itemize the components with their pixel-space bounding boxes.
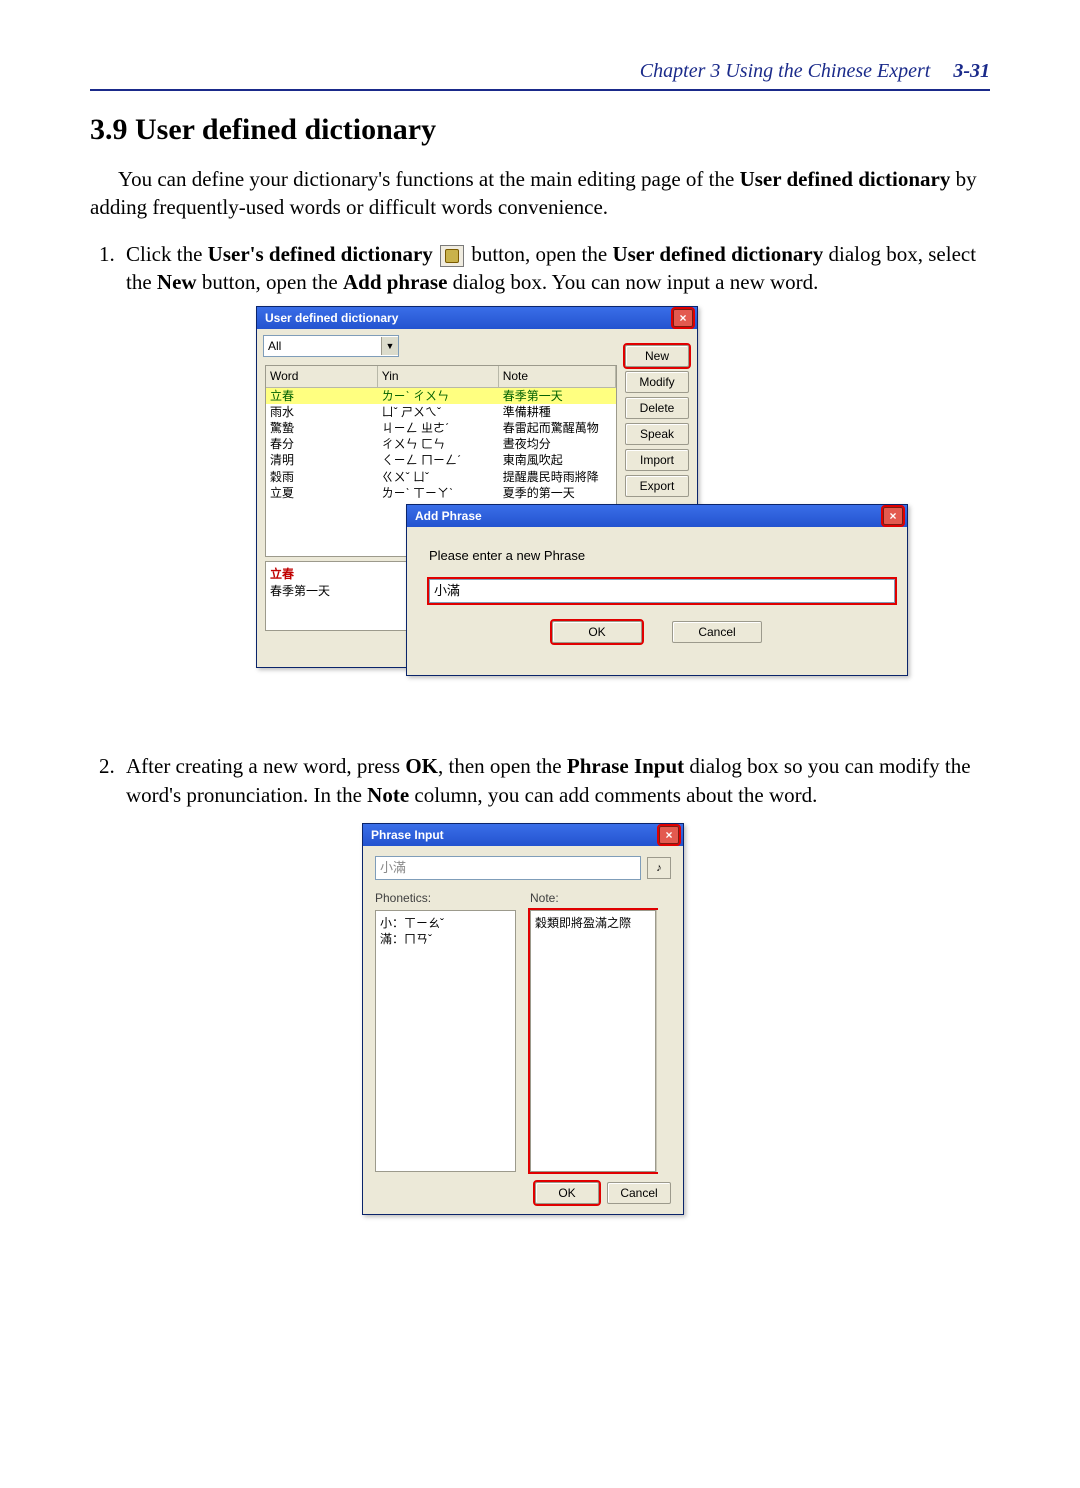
dialog-title: Add Phrase — [415, 505, 482, 527]
filter-dropdown[interactable]: All ▼ — [263, 335, 399, 357]
add-phrase-dialog: Add Phrase × Please enter a new Phrase 小… — [406, 504, 908, 676]
list-body: 立春ㄌㄧˋ ㄔㄨㄣ春季第一天 雨水ㄩˇ ㄕㄨㄟˇ準備耕種 驚蟄ㄐㄧㄥ ㄓㄜˊ春雷… — [266, 388, 616, 501]
dictionary-icon — [440, 245, 464, 267]
dialog-title: User defined dictionary — [265, 307, 398, 329]
export-button[interactable]: Export — [625, 475, 689, 497]
import-button[interactable]: Import — [625, 449, 689, 471]
filter-value: All — [268, 338, 281, 354]
list-row[interactable]: 立夏ㄌㄧˋ ㄒㄧㄚˋ夏季的第一天 — [266, 485, 616, 501]
cancel-button[interactable]: Cancel — [607, 1182, 671, 1204]
list-row[interactable]: 立春ㄌㄧˋ ㄔㄨㄣ春季第一天 — [266, 388, 616, 404]
close-icon[interactable]: × — [659, 826, 679, 844]
modify-button[interactable]: Modify — [625, 371, 689, 393]
list-row[interactable]: 穀雨ㄍㄨˇ ㄩˇ提醒農民時雨將降 — [266, 469, 616, 485]
speak-button[interactable]: Speak — [625, 423, 689, 445]
page-number: 3-31 — [953, 60, 990, 82]
header-rule — [90, 89, 990, 91]
phonetics-column: Phonetics: 小：ㄒㄧㄠˇ 滿：ㄇㄢˇ — [375, 890, 516, 1172]
close-icon[interactable]: × — [673, 309, 693, 327]
steps-list: Click the User's defined dictionary butt… — [90, 240, 990, 1215]
list-row[interactable]: 清明ㄑㄧㄥ ㄇㄧㄥˊ東南風吹起 — [266, 452, 616, 468]
side-button-group: New Modify Delete Speak Import Export — [625, 345, 689, 497]
new-button[interactable]: New — [625, 345, 689, 367]
phrase-input[interactable]: 小滿 — [429, 579, 895, 603]
figure-1: User defined dictionary × All ▼ Word Yin — [256, 306, 956, 726]
delete-button[interactable]: Delete — [625, 397, 689, 419]
list-header: Word Yin Note — [266, 366, 616, 387]
note-column: Note: 穀類即將盈滿之際 — [530, 890, 671, 1172]
chevron-down-icon: ▼ — [381, 337, 398, 355]
chapter-title: Chapter 3 Using the Chinese Expert — [640, 60, 931, 82]
ok-button[interactable]: OK — [552, 621, 642, 643]
list-row[interactable]: 驚蟄ㄐㄧㄥ ㄓㄜˊ春雷起而驚醒萬物 — [266, 420, 616, 436]
dialog-title: Phrase Input — [371, 824, 444, 846]
section-heading: 3.9 User defined dictionary — [90, 113, 990, 147]
dialog-titlebar[interactable]: Add Phrase × — [407, 505, 907, 527]
cancel-button[interactable]: Cancel — [672, 621, 762, 643]
scrollbar[interactable] — [656, 910, 671, 1172]
running-header: Chapter 3 Using the Chinese Expert 3-31 — [90, 60, 990, 83]
intro-paragraph: You can define your dictionary's functio… — [90, 165, 990, 222]
dialog-titlebar[interactable]: User defined dictionary × — [257, 307, 697, 329]
col-note: Note — [499, 366, 616, 386]
step-1: Click the User's defined dictionary butt… — [120, 240, 990, 727]
close-icon[interactable]: × — [883, 507, 903, 525]
phonetics-label: Phonetics: — [375, 890, 516, 906]
phrase-input-dialog: Phrase Input × 小滿 ♪ Phonetics: — [362, 823, 684, 1215]
phrase-display: 小滿 — [375, 856, 641, 880]
col-yin: Yin — [378, 366, 499, 386]
speak-icon[interactable]: ♪ — [647, 857, 671, 879]
step-2: After creating a new word, press OK, the… — [120, 752, 990, 1215]
dialog-titlebar[interactable]: Phrase Input × — [363, 824, 683, 846]
note-label: Note: — [530, 890, 671, 906]
figure-2: Phrase Input × 小滿 ♪ Phonetics: — [362, 823, 682, 1215]
ok-button[interactable]: OK — [535, 1182, 599, 1204]
col-word: Word — [266, 366, 378, 386]
phonetics-box[interactable]: 小：ㄒㄧㄠˇ 滿：ㄇㄢˇ — [375, 910, 516, 1172]
list-row[interactable]: 雨水ㄩˇ ㄕㄨㄟˇ準備耕種 — [266, 404, 616, 420]
add-phrase-prompt: Please enter a new Phrase — [429, 547, 885, 565]
note-box[interactable]: 穀類即將盈滿之際 — [530, 910, 656, 1172]
list-row[interactable]: 春分ㄔㄨㄣ ㄈㄣ晝夜均分 — [266, 436, 616, 452]
